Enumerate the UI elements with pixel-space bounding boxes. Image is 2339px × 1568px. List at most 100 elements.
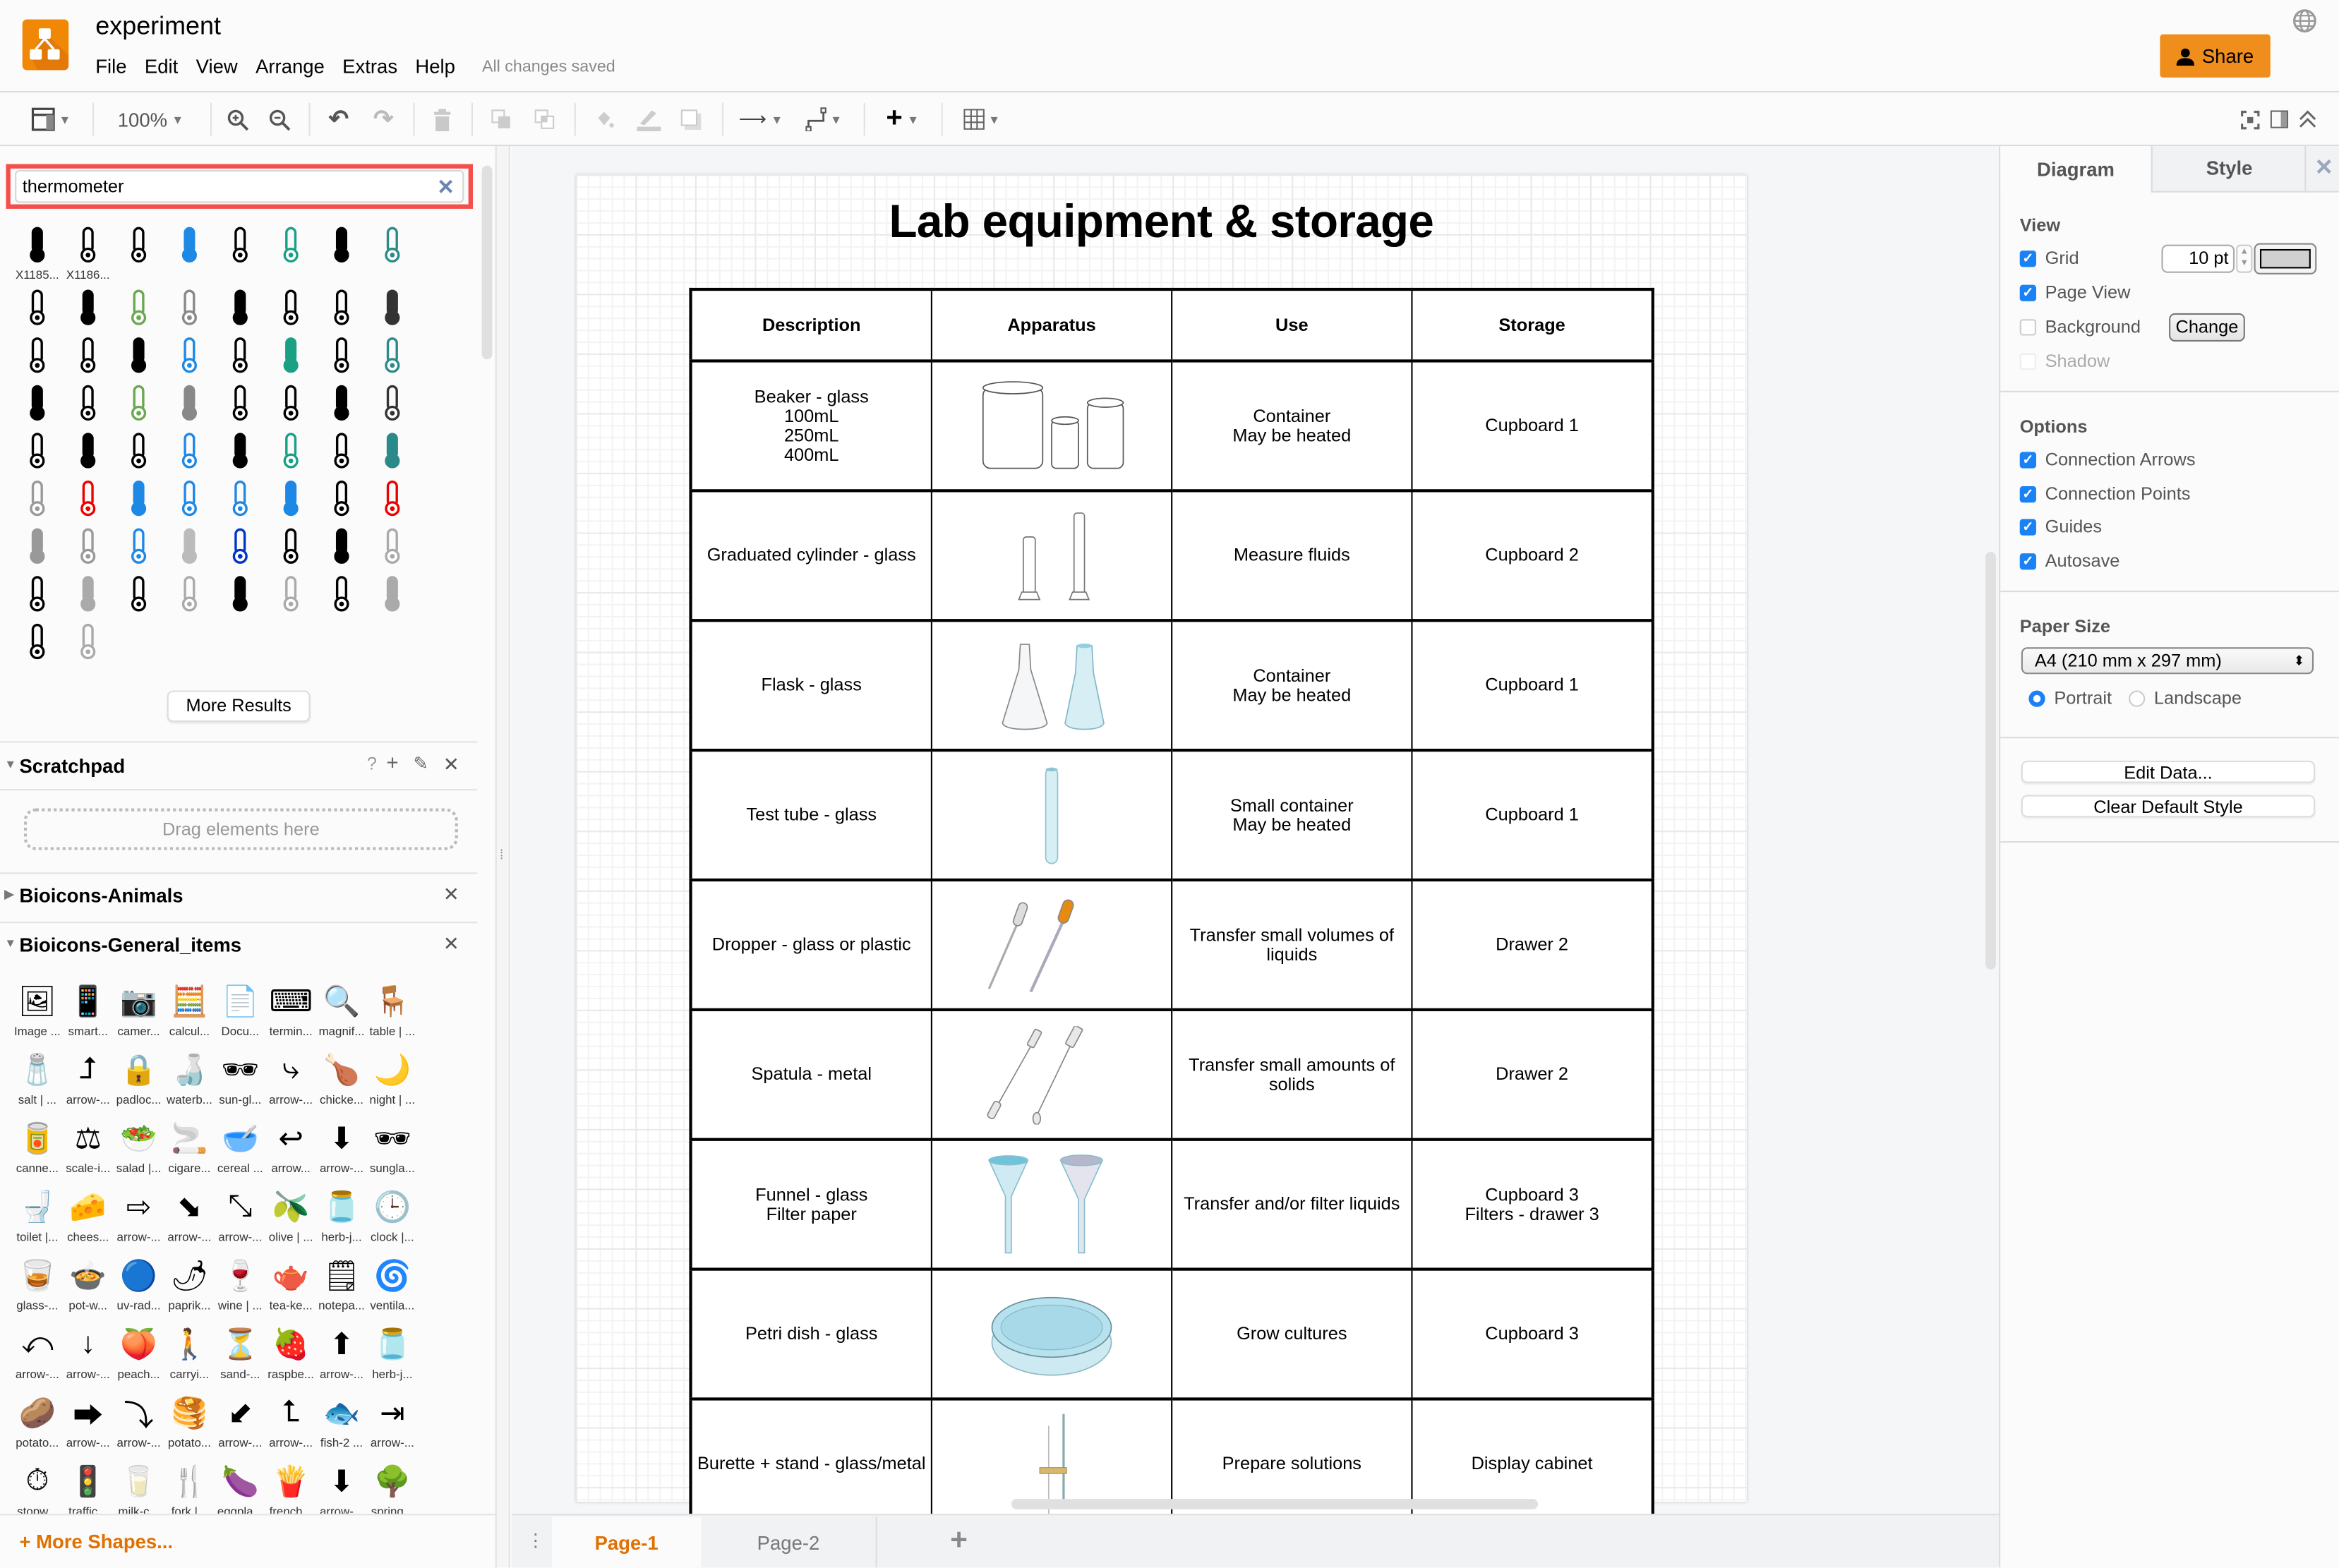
to-back-button[interactable] [531,104,558,134]
table-row[interactable]: Beaker - glass 100mL 250mL 400mL Container Ma… [690,360,1654,493]
storage-cell[interactable]: Cupboard 1 [1411,620,1654,752]
library-shape-item[interactable]: 🥣 cereal ... [215,1114,265,1183]
grid-checkbox[interactable]: ✓ Grid [2019,246,2079,270]
search-result-item[interactable] [265,379,316,427]
search-result-item[interactable] [114,331,164,379]
library-shape-item[interactable]: 🍆 eggpla... [215,1457,265,1514]
delete-button[interactable] [428,104,455,134]
checkbox-checked[interactable]: ✓ [2019,250,2036,267]
use-cell[interactable]: Transfer and/or filter liquids [1171,1138,1413,1271]
table-button[interactable]: ▼ [958,104,1006,134]
portrait-radio[interactable]: Portrait [2028,686,2112,710]
diagram-title[interactable]: Lab equipment & storage [576,195,1747,249]
shadow-button[interactable] [678,104,704,134]
search-result-item[interactable] [114,426,164,474]
toggle-format-panel-button[interactable] [2268,104,2292,134]
search-result-item[interactable] [164,331,215,379]
search-result-item[interactable] [114,379,164,427]
library-shape-item[interactable]: ⬇ arrow-... [316,1457,367,1514]
horizontal-scrollbar[interactable] [1011,1499,1539,1509]
library-shape-item[interactable]: ⤷ arrow-... [265,1046,316,1114]
landscape-radio[interactable]: Landscape [2128,686,2242,710]
close-icon[interactable]: ✕ [443,883,459,907]
library-shape-item[interactable]: 🥞 potato... [164,1389,215,1457]
table-row[interactable]: Petri dish - glass Grow cultures Cupboard … [690,1268,1654,1401]
search-result-item[interactable] [367,331,418,379]
fullscreen-button[interactable] [2237,104,2261,134]
page-tab[interactable]: Page-2 [701,1516,877,1568]
scratchpad-dropzone[interactable]: Drag elements here [23,808,458,850]
lab-equipment-table[interactable]: Description Apparatus Use Storage Beaker… [689,287,1654,1516]
description-cell[interactable]: Graduated cylinder - glass [690,490,932,622]
apparatus-cell[interactable] [930,1138,1173,1271]
globe-icon[interactable] [2292,9,2316,33]
checkbox-checked[interactable]: ✓ [2019,518,2036,535]
search-result-item[interactable] [164,426,215,474]
spatulas-image[interactable] [932,1025,1171,1124]
library-shape-item[interactable]: 🫖 tea-ke... [265,1251,316,1320]
library-shape-item[interactable]: 🥗 salad |... [114,1114,164,1183]
library-shape-item[interactable]: 🥃 glass-... [12,1251,63,1320]
apparatus-cell[interactable] [930,360,1173,493]
search-result-item[interactable] [316,284,367,332]
library-shape-item[interactable]: 🍑 peach... [114,1320,164,1388]
search-result-item[interactable] [63,379,114,427]
search-result-item[interactable] [12,617,63,665]
connection-style-button[interactable]: ⟶ ▼ [737,104,785,134]
format-panel-button[interactable]: ▼ [28,104,73,134]
library-shape-item[interactable]: 🥫 canne... [12,1114,63,1183]
use-cell[interactable]: Small container May be heated [1171,749,1413,882]
connection-arrows-checkbox[interactable]: ✓ Connection Arrows [2019,447,2196,471]
library-shape-item[interactable]: 🍓 raspbe... [265,1320,316,1388]
library-shape-item[interactable]: 🍗 chicke... [316,1046,367,1114]
menu-help[interactable]: Help [415,55,464,78]
storage-cell[interactable]: Display cabinet [1411,1398,1654,1516]
search-result-item[interactable] [63,284,114,332]
library-shape-item[interactable]: ⮤ arrow-... [265,1389,316,1457]
library-shape-item[interactable]: 🫙 herb-j... [316,1183,367,1251]
table-row[interactable]: Graduated cylinder - glass Measure fluids… [690,490,1654,622]
plus-icon[interactable]: + [386,750,398,774]
table-row[interactable]: Burette + stand - glass/metal Prepare sol… [690,1398,1654,1516]
search-result-item[interactable] [265,522,316,570]
storage-cell[interactable]: Cupboard 1 [1411,749,1654,882]
use-cell[interactable]: Measure fluids [1171,490,1413,622]
menu-file[interactable]: File [95,55,136,78]
library-shape-item[interactable]: 🗒 notepa... [316,1251,367,1320]
storage-cell[interactable]: Cupboard 3 Filters - drawer 3 [1411,1138,1654,1271]
library-shape-item[interactable]: 🍴 fork |... [164,1457,215,1514]
library-shape-item[interactable]: 📷 camer... [114,977,164,1045]
library-header-bioicons-general-items[interactable]: ▼ Bioicons-General_items ✕ [0,924,477,966]
search-result-item[interactable] [265,331,316,379]
column-header[interactable]: Description [690,288,932,363]
column-header[interactable]: Storage [1411,288,1654,363]
diagram-canvas[interactable]: Lab equipment & storage Description Appa… [511,146,2000,1516]
graduated-cylinders-image[interactable] [932,509,1171,602]
apparatus-cell[interactable] [930,620,1173,752]
search-result-item[interactable] [114,569,164,617]
library-shape-item[interactable]: 🌶 paprik... [164,1251,215,1320]
redo-button[interactable]: ↷ [368,104,398,134]
search-result-item[interactable] [265,569,316,617]
help-icon[interactable]: ? [367,753,377,774]
library-shape-item[interactable]: 🧀 chees... [63,1183,114,1251]
storage-cell[interactable]: Cupboard 3 [1411,1268,1654,1401]
search-result-item[interactable] [215,331,265,379]
guides-checkbox[interactable]: ✓ Guides [2019,514,2102,538]
apparatus-cell[interactable] [930,749,1173,882]
undo-button[interactable]: ↶ [324,104,354,134]
connection-points-checkbox[interactable]: ✓ Connection Points [2019,482,2191,506]
apparatus-cell[interactable] [930,1268,1173,1401]
library-shape-item[interactable]: ⬆ arrow-... [316,1320,367,1388]
search-result-item[interactable] [63,569,114,617]
change-background-button[interactable]: Change [2169,313,2245,342]
search-result-item[interactable] [215,426,265,474]
library-shape-item[interactable]: ⏱ stopw... [12,1457,63,1514]
search-result-item[interactable] [63,617,114,665]
search-result-item[interactable] [265,221,316,284]
description-cell[interactable]: Spatula - metal [690,1008,932,1141]
search-result-item[interactable] [316,426,367,474]
scratchpad-header[interactable]: ▼ Scratchpad ? + ✎ ✕ [0,746,477,788]
flasks-image[interactable] [932,639,1171,732]
zoom-out-button[interactable] [265,104,292,134]
